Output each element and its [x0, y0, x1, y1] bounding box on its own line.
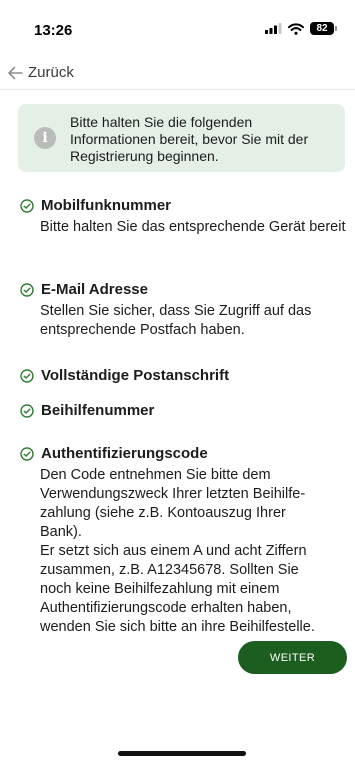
check-circle-icon [20, 282, 34, 297]
navigation-bar: Zurück [0, 56, 355, 90]
requirement-description: Bitte halten Sie das entsprechende Gerät… [40, 219, 346, 235]
description-line: Bank). [40, 524, 82, 540]
battery-icon: 82 [310, 22, 337, 35]
back-button[interactable]: Zurück [28, 64, 74, 81]
requirement-title: E-Mail Adresse [41, 281, 148, 298]
requirement-title: Vollständige Postanschrift [41, 367, 230, 384]
requirement-authentication-code: Authentifizierungscode Den Code entnehme… [20, 445, 350, 637]
back-arrow-icon[interactable] [6, 64, 24, 82]
cellular-signal-icon [265, 23, 282, 34]
requirement-title: Mobilfunknummer [41, 197, 171, 214]
description-line: Verwendungszweck Ihrer letzten Beihilfe- [40, 486, 306, 502]
description-line: Authentifizierungscode erhalten haben, [40, 600, 292, 616]
requirement-description: Stellen Sie sicher, dass Sie Zugriff auf… [40, 303, 312, 338]
requirement-beihilfe-number: Beihilfenummer [20, 402, 350, 419]
check-circle-icon [20, 403, 34, 418]
info-text: Bitte halten Sie die folgenden Informati… [70, 114, 309, 164]
description-line: Den Code entnehmen Sie bitte dem [40, 467, 271, 483]
description-line: zahlung (siehe z.B. Kontoauszug Ihrer [40, 505, 286, 521]
requirement-title: Beihilfenummer [41, 402, 155, 419]
check-circle-icon [20, 368, 34, 383]
description-line: noch keine Beihilfezahlung mit einem [40, 581, 280, 597]
info-icon: i [34, 127, 56, 149]
check-circle-icon [20, 446, 34, 461]
requirement-email: E-Mail Adresse Stellen Sie sicher, dass … [20, 281, 350, 340]
status-bar: 13:26 82 [0, 0, 355, 56]
description-line: wenden Sie sich bitte an ihre Beihilfest… [40, 619, 315, 635]
status-time: 13:26 [34, 22, 73, 39]
requirement-mobile-number: Mobilfunknummer Bitte halten Sie das ent… [20, 197, 350, 237]
check-circle-icon [20, 198, 34, 213]
description-line: zusammen, z.B. A12345678. Sollten Sie [40, 562, 299, 578]
requirement-postal-address: Vollständige Postanschrift [20, 367, 350, 384]
wifi-icon [288, 22, 304, 35]
status-icons: 82 [265, 22, 337, 35]
requirement-title: Authentifizierungscode [41, 445, 208, 462]
requirement-description: Den Code entnehmen Sie bitte dem Verwend… [40, 466, 350, 637]
description-line: Er setzt sich aus einem A und acht Ziffe… [40, 543, 307, 559]
next-button[interactable]: WEITER [238, 641, 347, 674]
battery-level: 82 [310, 22, 334, 35]
home-indicator[interactable] [118, 751, 246, 756]
info-box: i Bitte halten Sie die folgenden Informa… [18, 104, 345, 172]
